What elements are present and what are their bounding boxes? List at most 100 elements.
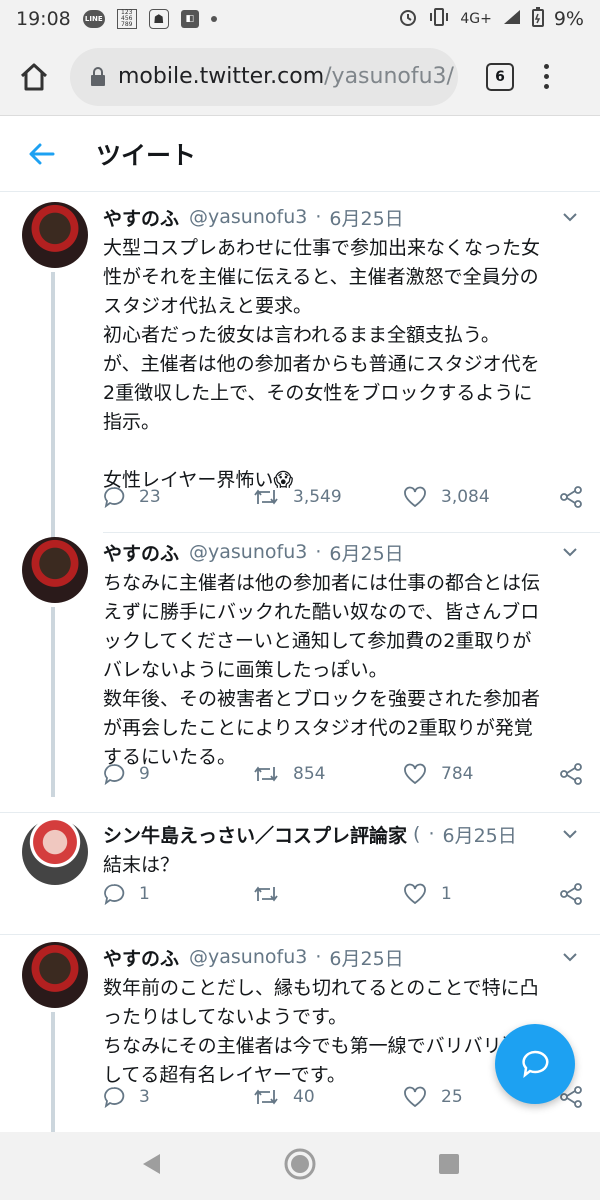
- reply-button[interactable]: 9: [103, 763, 253, 785]
- tweet-date[interactable]: 6月25日: [442, 821, 516, 848]
- retweet-icon: [254, 766, 278, 782]
- retweet-icon: [254, 489, 278, 505]
- address-bar[interactable]: mobile.twitter.com/yasunofu3/: [70, 47, 458, 106]
- author-name[interactable]: シン牛島えっさい／コスプレ評論家: [103, 821, 407, 848]
- tweet-date[interactable]: 6月25日: [329, 539, 403, 566]
- chevron-down-icon[interactable]: [560, 212, 580, 222]
- avatar[interactable]: [22, 537, 88, 603]
- square-recents-icon: [438, 1154, 459, 1174]
- retweet-button[interactable]: 854: [253, 764, 403, 784]
- tweet-actions: 9 854 784: [103, 759, 583, 789]
- reply-icon: [104, 764, 125, 785]
- like-count: 1: [441, 884, 452, 904]
- tweet-divider: [0, 934, 600, 935]
- vibrate-icon: [428, 7, 450, 32]
- tweet-divider: [103, 532, 600, 533]
- author-handle[interactable]: @yasunofu3: [189, 946, 307, 968]
- tweet-actions: 23 3,549 3,084: [103, 482, 583, 512]
- line-app-icon: LINE: [82, 10, 105, 28]
- battery-icon: [531, 6, 544, 32]
- nav-back-button[interactable]: [140, 1152, 162, 1180]
- like-count: 784: [441, 764, 474, 784]
- like-button[interactable]: 1: [403, 883, 553, 905]
- nav-home-button[interactable]: [283, 1147, 317, 1185]
- url-path: /yasunofu3/: [324, 64, 454, 89]
- compose-reply-button[interactable]: [495, 1024, 575, 1104]
- author-handle[interactable]: @yasunofu3: [189, 206, 307, 228]
- avatar[interactable]: [22, 202, 88, 268]
- tweet-text: 大型コスプレあわせに仕事で参加出来なくなった女 性がそれを主催に伝えると、主催者…: [103, 237, 541, 491]
- browser-menu-button[interactable]: [544, 64, 549, 89]
- battery-level: 9%: [553, 8, 584, 30]
- tweet-header: やすのふ @yasunofu3 · 6月25日: [103, 202, 580, 232]
- tweet-actions: 1 1: [103, 879, 583, 909]
- browser-toolbar: mobile.twitter.com/yasunofu3/ 6: [0, 38, 600, 116]
- reply-button[interactable]: 23: [103, 486, 253, 508]
- tweet-text: 結末は？: [103, 854, 180, 876]
- retweet-button[interactable]: 40: [253, 1087, 403, 1107]
- share-icon: [560, 883, 582, 905]
- back-arrow-icon: [29, 143, 55, 164]
- tweet[interactable]: やすのふ @yasunofu3 · 6月25日 ちなみに主催者は他の参加者には仕…: [0, 537, 600, 807]
- share-icon: [560, 763, 582, 785]
- number-grid-icon: 123 456 789: [116, 9, 137, 29]
- lock-icon: [90, 66, 106, 87]
- share-button[interactable]: [559, 485, 583, 509]
- avatar[interactable]: [22, 819, 88, 885]
- share-icon: [560, 486, 582, 508]
- retweet-count: 854: [293, 764, 326, 784]
- retweet-icon: [254, 1089, 278, 1105]
- retweet-button[interactable]: 3,549: [253, 487, 403, 507]
- reply-bubble-icon: [522, 1050, 549, 1078]
- tweet-date[interactable]: 6月25日: [329, 204, 403, 231]
- app-notification-icon: ☗: [148, 9, 169, 29]
- heart-icon: [404, 883, 426, 905]
- author-name[interactable]: やすのふ: [103, 204, 179, 231]
- reply-icon: [104, 487, 125, 508]
- author-handle[interactable]: @yasunofu3: [189, 541, 307, 563]
- more-notifications-dot-icon: [210, 16, 217, 22]
- back-button[interactable]: [18, 130, 66, 178]
- home-button[interactable]: [14, 57, 54, 97]
- like-button[interactable]: 784: [403, 763, 553, 785]
- tweet-header: シン牛島えっさい／コスプレ評論家 ( · 6月25日: [103, 819, 580, 849]
- system-navigation-bar: [0, 1132, 600, 1200]
- page-header: ツイート: [0, 116, 600, 192]
- circle-home-icon: [284, 1148, 316, 1180]
- signal-icon: [502, 8, 522, 31]
- reply-icon: [104, 884, 125, 905]
- network-type: 4G+: [460, 11, 492, 27]
- reply-button[interactable]: 1: [103, 883, 253, 905]
- heart-icon: [404, 763, 426, 785]
- like-count: 3,084: [441, 487, 490, 507]
- tweet-date[interactable]: 6月25日: [329, 944, 403, 971]
- tweet[interactable]: やすのふ @yasunofu3 · 6月25日 大型コスプレあわせに仕事で参加出…: [0, 202, 600, 522]
- reply-count: 23: [139, 487, 161, 507]
- url-host: mobile.twitter.com: [118, 64, 325, 89]
- tweet-divider: [0, 812, 600, 813]
- reply-count: 9: [139, 764, 150, 784]
- chevron-down-icon[interactable]: [560, 829, 580, 839]
- tweet[interactable]: シン牛島えっさい／コスプレ評論家 ( · 6月25日 結末は？ 1 1: [0, 819, 600, 924]
- chevron-down-icon[interactable]: [560, 952, 580, 962]
- avatar[interactable]: [22, 942, 88, 1008]
- share-button[interactable]: [559, 882, 583, 906]
- like-count: 25: [441, 1087, 463, 1107]
- page-title: ツイート: [96, 140, 197, 170]
- status-bar: 19:08 LINE 123 456 789 ☗ ◧ 4G+ 9%: [0, 0, 600, 38]
- author-handle[interactable]: (: [413, 823, 420, 845]
- retweet-button[interactable]: [253, 884, 403, 904]
- heart-icon: [404, 486, 426, 508]
- share-button[interactable]: [559, 762, 583, 786]
- heart-icon: [404, 1086, 426, 1108]
- author-name[interactable]: やすのふ: [103, 539, 179, 566]
- reply-button[interactable]: 3: [103, 1086, 253, 1108]
- like-button[interactable]: 3,084: [403, 486, 553, 508]
- reply-count: 3: [139, 1087, 150, 1107]
- retweet-count: 40: [293, 1087, 315, 1107]
- app-badge-icon: ◧: [180, 10, 199, 28]
- tab-switcher-button[interactable]: 6: [486, 62, 514, 91]
- nav-recents-button[interactable]: [438, 1153, 460, 1179]
- author-name[interactable]: やすのふ: [103, 944, 179, 971]
- chevron-down-icon[interactable]: [560, 547, 580, 557]
